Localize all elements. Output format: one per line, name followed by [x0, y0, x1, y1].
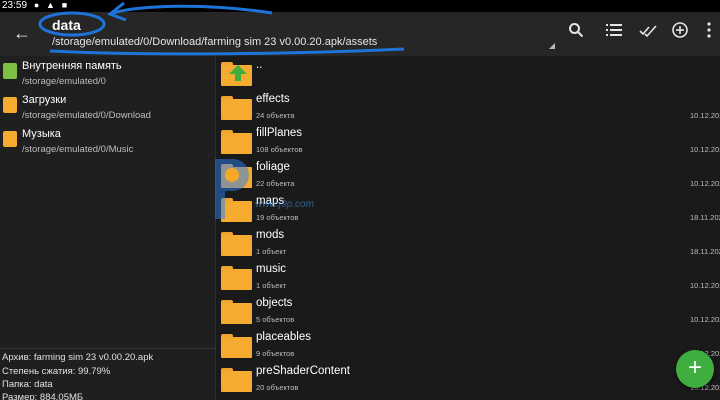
folder-icon	[221, 368, 252, 392]
add-fab-button[interactable]: +	[676, 350, 714, 388]
list-item[interactable]: foliage 22 объекта 10.12.2022	[217, 158, 720, 192]
breadcrumb-path[interactable]: /storage/emulated/0/Download/farming sim…	[52, 36, 377, 48]
folder-icon	[221, 300, 252, 324]
folder-icon	[221, 334, 252, 358]
file-name: maps	[256, 195, 285, 207]
compression-info: Степень сжатия: 99.79%	[2, 366, 111, 377]
file-date: 10.12.2022	[690, 281, 720, 290]
file-count: 1 объект	[256, 247, 287, 256]
sidebar-item-downloads[interactable]: Загрузки /storage/emulated/0/Download	[0, 92, 216, 126]
sidebar-item-label: Внутренняя память	[22, 60, 122, 72]
list-item[interactable]: effects 24 объекта 10.12.2022	[217, 90, 720, 124]
info-icon: ●	[33, 0, 40, 10]
archive-info: Архив: farming sim 23 v0.00.20.apk	[2, 352, 154, 363]
file-name: fillPlanes	[256, 127, 303, 139]
list-item[interactable]: fillPlanes 108 объектов 10.12.2022	[217, 124, 720, 158]
file-list: .. effects 24 объекта 10.12.2022 fillPla…	[217, 56, 720, 400]
page-title: data	[52, 17, 81, 33]
path-dropdown-icon[interactable]	[549, 43, 555, 49]
list-item-parent[interactable]: ..	[217, 56, 720, 90]
file-name: ..	[256, 59, 263, 71]
file-date: 10.12.2022	[690, 145, 720, 154]
parent-folder-icon	[221, 62, 252, 86]
folder-icon	[221, 96, 252, 120]
folder-icon	[221, 198, 252, 222]
file-date: 10.12.2022	[690, 111, 720, 120]
list-item[interactable]: maps 19 объектов 18.11.2022	[217, 192, 720, 226]
file-date: 10.12.2022	[690, 179, 720, 188]
select-all-icon[interactable]	[637, 22, 659, 44]
file-count: 24 объекта	[256, 111, 295, 120]
sidebar-item-path: /storage/emulated/0/Download	[22, 110, 151, 121]
folder-icon	[221, 130, 252, 154]
file-count: 1 объект	[256, 281, 287, 290]
warning-icon: ▲	[46, 0, 55, 10]
file-count: 20 объектов	[256, 383, 299, 392]
plus-icon: +	[687, 354, 702, 381]
file-count: 5 объектов	[256, 315, 295, 324]
file-name: mods	[256, 229, 285, 241]
file-name: preShaderContent	[256, 365, 350, 377]
sidebar-item-label: Музыка	[22, 128, 61, 140]
sidebar-item-path: /storage/emulated/0/Music	[22, 144, 134, 155]
sidebar-item-path: /storage/emulated/0	[22, 76, 106, 87]
sidebar-item-music[interactable]: Музыка /storage/emulated/0/Music	[0, 126, 216, 160]
sidebar-item-label: Загрузки	[22, 94, 67, 106]
file-name: objects	[256, 297, 293, 309]
add-circle-icon[interactable]	[669, 22, 691, 44]
list-item[interactable]: placeables 9 объектов 10.12.2022	[217, 328, 720, 362]
downloads-folder-icon	[3, 97, 17, 113]
file-name: placeables	[256, 331, 311, 343]
notification-icon: ■	[61, 0, 68, 10]
divider	[0, 348, 216, 349]
file-count: 19 объектов	[256, 213, 299, 222]
sidebar-item-internal-storage[interactable]: Внутренняя память /storage/emulated/0	[0, 58, 216, 92]
list-view-icon[interactable]	[603, 22, 625, 44]
sidebar: Внутренняя память /storage/emulated/0 За…	[0, 56, 216, 400]
more-options-icon[interactable]	[698, 22, 720, 44]
file-date: 18.11.2022	[690, 247, 720, 256]
file-name: effects	[256, 93, 290, 105]
file-name: music	[256, 263, 287, 275]
file-name: foliage	[256, 161, 290, 173]
file-count: 22 объекта	[256, 179, 295, 188]
file-count: 108 объектов	[256, 145, 303, 154]
sd-card-icon	[3, 63, 17, 79]
list-item[interactable]: music 1 объект 10.12.2022	[217, 260, 720, 294]
folder-icon	[221, 266, 252, 290]
list-item[interactable]: mods 1 объект 18.11.2022	[217, 226, 720, 260]
app-bar: ← data /storage/emulated/0/Download/farm…	[0, 12, 720, 56]
size-info: Размер: 884.05МБ	[2, 392, 84, 400]
file-count: 9 объектов	[256, 349, 295, 358]
file-date: 18.11.2022	[690, 213, 720, 222]
status-bar: 23:59 ● ▲ ■	[0, 0, 720, 12]
list-item[interactable]: preShaderContent 20 объектов 10.12.2022	[217, 362, 720, 396]
file-date: 10.12.2022	[690, 315, 720, 324]
folder-icon	[221, 232, 252, 256]
folder-info: Папка: data	[2, 379, 53, 390]
search-icon[interactable]	[565, 22, 587, 44]
list-item[interactable]: objects 5 объектов 10.12.2022	[217, 294, 720, 328]
music-folder-icon	[3, 131, 17, 147]
clock: 23:59	[2, 0, 28, 11]
folder-icon	[221, 164, 252, 188]
back-arrow-icon[interactable]: ←	[12, 23, 32, 43]
